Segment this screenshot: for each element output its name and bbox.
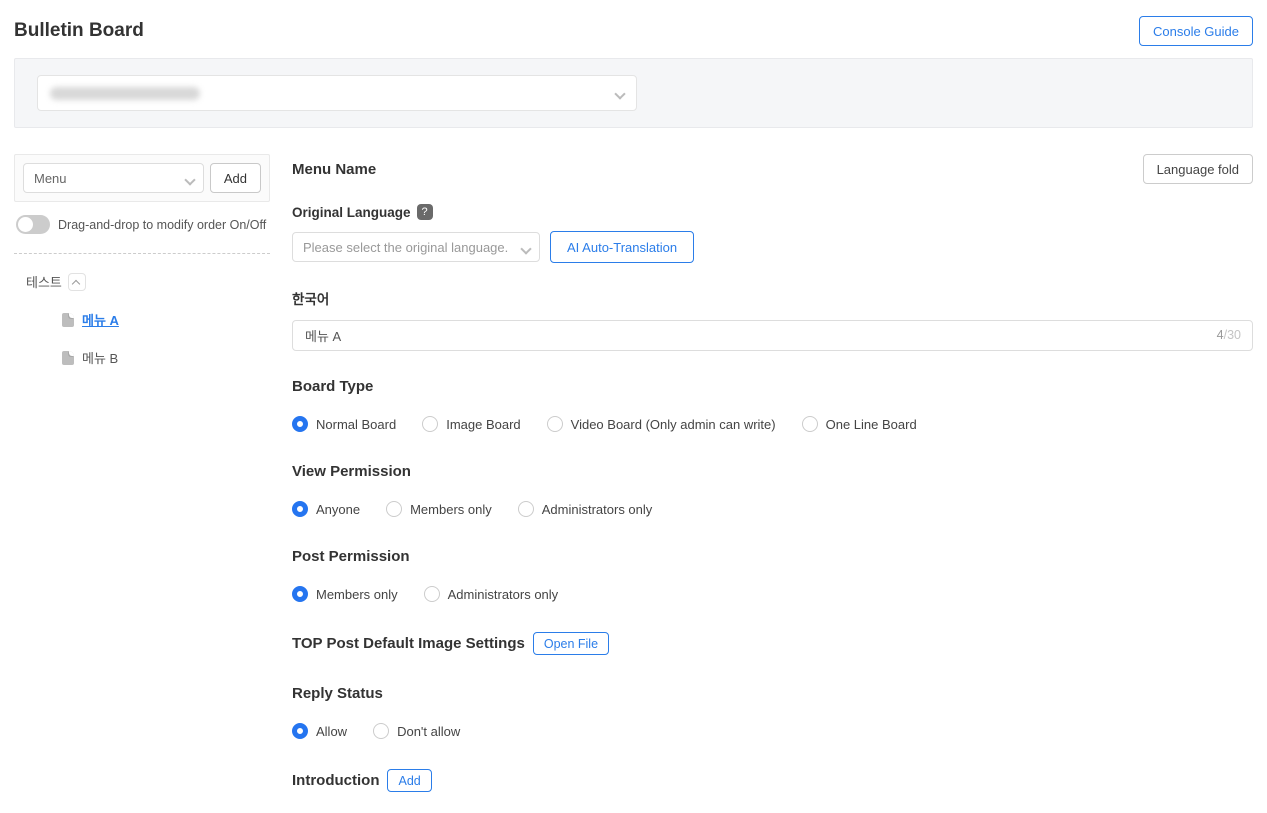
radio-administrators-only[interactable]: Administrators only xyxy=(424,586,559,602)
language-fold-button[interactable]: Language fold xyxy=(1143,154,1253,184)
korean-language-label: 한국어 xyxy=(292,288,1253,308)
radio-administrators-only[interactable]: Administrators only xyxy=(518,501,653,517)
radio-label: Video Board (Only admin can write) xyxy=(571,417,776,432)
original-language-select[interactable]: Please select the original language. xyxy=(292,232,540,262)
radio-label: Don't allow xyxy=(397,724,460,739)
radio-icon xyxy=(422,416,438,432)
menu-sidebar: Menu Add Drag-and-drop to modify order O… xyxy=(14,154,270,367)
original-language-row: Original Language ? xyxy=(292,204,1253,220)
char-counter: 4/30 xyxy=(1217,328,1241,342)
char-counter-current: 4 xyxy=(1217,328,1224,342)
view-permission-section: View Permission Anyone Members only Admi… xyxy=(292,463,1253,517)
radio-video-board[interactable]: Video Board (Only admin can write) xyxy=(547,416,776,432)
page-title: Bulletin Board xyxy=(14,20,144,42)
radio-selected-icon xyxy=(292,416,308,432)
post-permission-section: Post Permission Members only Administrat… xyxy=(292,548,1253,602)
radio-icon xyxy=(424,586,440,602)
tree-item-menu-b[interactable]: 메뉴 B xyxy=(14,348,270,367)
open-file-button[interactable]: Open File xyxy=(533,632,609,655)
radio-label: Administrators only xyxy=(542,502,653,517)
menu-add-box: Menu Add xyxy=(14,154,270,202)
menu-name-title: Menu Name xyxy=(292,161,376,178)
radio-label: Normal Board xyxy=(316,417,396,432)
radio-label: Members only xyxy=(410,502,492,517)
reply-status-label: Reply Status xyxy=(292,685,1253,702)
radio-icon xyxy=(802,416,818,432)
tree-item-menu-a[interactable]: 메뉴 A xyxy=(14,310,270,329)
board-type-options: Normal Board Image Board Video Board (On… xyxy=(292,416,1253,432)
menu-type-select-value: Menu xyxy=(34,171,67,186)
drag-drop-toggle-label: Drag-and-drop to modify order On/Off xyxy=(58,218,266,232)
top-post-image-label: TOP Post Default Image Settings xyxy=(292,635,525,652)
radio-label: Administrators only xyxy=(448,587,559,602)
original-language-controls: Please select the original language. AI … xyxy=(292,231,1253,263)
chevron-down-icon xyxy=(616,89,624,97)
korean-name-input[interactable] xyxy=(292,320,1253,351)
radio-icon xyxy=(386,501,402,517)
add-menu-button[interactable]: Add xyxy=(210,163,261,193)
board-type-section: Board Type Normal Board Image Board Vide… xyxy=(292,378,1253,432)
top-post-image-section: TOP Post Default Image Settings Open Fil… xyxy=(292,632,1253,655)
toggle-knob xyxy=(18,217,33,232)
dashed-divider xyxy=(14,253,270,254)
menu-type-select[interactable]: Menu xyxy=(23,163,204,193)
radio-members-only[interactable]: Members only xyxy=(386,501,492,517)
radio-dont-allow[interactable]: Don't allow xyxy=(373,723,460,739)
menu-settings-panel: Menu Name Language fold Original Languag… xyxy=(292,154,1253,813)
console-guide-button[interactable]: Console Guide xyxy=(1139,16,1253,46)
radio-selected-icon xyxy=(292,501,308,517)
radio-label: Members only xyxy=(316,587,398,602)
reply-status-options: Allow Don't allow xyxy=(292,723,1253,739)
collapse-button[interactable] xyxy=(68,273,86,291)
tree-item-label: 메뉴 B xyxy=(82,348,118,367)
drag-drop-toggle[interactable] xyxy=(16,215,50,234)
page-header: Bulletin Board Console Guide xyxy=(14,0,1253,58)
board-type-label: Board Type xyxy=(292,378,1253,395)
tree-root-label: 테스트 xyxy=(26,272,62,291)
radio-label: Image Board xyxy=(446,417,520,432)
radio-icon xyxy=(547,416,563,432)
file-icon xyxy=(62,313,74,327)
radio-label: Allow xyxy=(316,724,347,739)
view-permission-options: Anyone Members only Administrators only xyxy=(292,501,1253,517)
post-permission-options: Members only Administrators only xyxy=(292,586,1253,602)
menu-name-header: Menu Name Language fold xyxy=(292,154,1253,184)
radio-one-line-board[interactable]: One Line Board xyxy=(802,416,917,432)
char-counter-max: /30 xyxy=(1224,328,1241,342)
korean-name-input-wrap: 4/30 xyxy=(292,320,1253,351)
chevron-up-icon xyxy=(73,278,80,285)
bulletin-board-page: Bulletin Board Console Guide Menu Add D xyxy=(0,0,1267,813)
radio-icon xyxy=(373,723,389,739)
original-language-label: Original Language xyxy=(292,205,411,220)
radio-selected-icon xyxy=(292,723,308,739)
ai-auto-translation-button[interactable]: AI Auto-Translation xyxy=(550,231,694,263)
tree-root-row: 테스트 xyxy=(14,272,270,291)
site-selector-dropdown[interactable] xyxy=(37,75,637,111)
original-language-select-placeholder: Please select the original language. xyxy=(303,240,508,255)
radio-anyone[interactable]: Anyone xyxy=(292,501,360,517)
radio-members-only[interactable]: Members only xyxy=(292,586,398,602)
radio-icon xyxy=(518,501,534,517)
introduction-section: Introduction Add xyxy=(292,769,1253,792)
reply-status-section: Reply Status Allow Don't allow xyxy=(292,685,1253,739)
chevron-down-icon xyxy=(186,175,194,183)
drag-drop-toggle-row: Drag-and-drop to modify order On/Off xyxy=(14,215,270,234)
radio-image-board[interactable]: Image Board xyxy=(422,416,520,432)
view-permission-label: View Permission xyxy=(292,463,1253,480)
radio-selected-icon xyxy=(292,586,308,602)
site-selector-panel xyxy=(14,58,1253,128)
post-permission-label: Post Permission xyxy=(292,548,1253,565)
radio-allow[interactable]: Allow xyxy=(292,723,347,739)
introduction-add-button[interactable]: Add xyxy=(387,769,431,792)
file-icon xyxy=(62,351,74,365)
blurred-site-name xyxy=(50,87,200,100)
introduction-label: Introduction xyxy=(292,772,379,789)
radio-label: Anyone xyxy=(316,502,360,517)
chevron-down-icon xyxy=(522,244,530,252)
help-icon[interactable]: ? xyxy=(417,204,433,220)
radio-normal-board[interactable]: Normal Board xyxy=(292,416,396,432)
tree-item-label: 메뉴 A xyxy=(82,310,119,329)
radio-label: One Line Board xyxy=(826,417,917,432)
